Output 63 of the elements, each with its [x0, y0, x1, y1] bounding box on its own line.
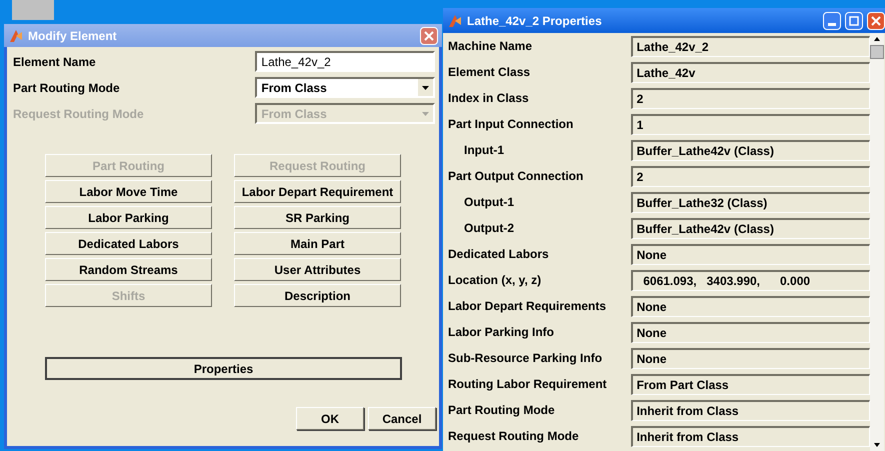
properties-button[interactable]: Properties [45, 357, 402, 380]
property-label: Index in Class [448, 90, 530, 107]
scrollbar[interactable] [870, 33, 884, 451]
app-logo-icon [8, 28, 24, 44]
close-button[interactable] [420, 26, 438, 44]
property-value: 1 [630, 114, 870, 134]
option-button[interactable]: Labor Parking [45, 206, 212, 229]
property-value: 2 [630, 166, 870, 186]
property-value: Inherit from Class [630, 426, 870, 446]
scroll-thumb[interactable] [870, 45, 884, 59]
property-value: Lathe_42v_2 [630, 36, 870, 56]
property-value: None [630, 322, 870, 342]
property-label: Part Output Connection [448, 168, 584, 185]
option-button[interactable]: Labor Depart Requirement [234, 180, 401, 203]
property-label: Labor Parking Info [448, 324, 556, 341]
option-button[interactable]: Description [234, 284, 401, 307]
property-value: From Part Class [630, 374, 870, 394]
close-button[interactable] [867, 12, 885, 30]
property-value: 2 [630, 88, 870, 108]
property-label: Machine Name [448, 38, 534, 55]
property-value: Inherit from Class [630, 400, 870, 420]
property-label: Input-1 [463, 142, 505, 159]
property-label: Sub-Resource Parking Info [448, 350, 604, 367]
maximize-button[interactable] [845, 12, 863, 30]
property-value: None [630, 244, 870, 264]
cancel-button[interactable]: Cancel [368, 407, 436, 430]
property-label: Part Routing Mode [448, 402, 556, 419]
element-name-field[interactable]: Lathe_42v_2 [255, 51, 435, 72]
app-logo-icon [447, 12, 463, 28]
option-button[interactable]: Random Streams [45, 258, 212, 281]
window-title: Modify Element [28, 28, 117, 44]
property-label: Part Input Connection [448, 116, 574, 133]
option-button[interactable]: Dedicated Labors [45, 232, 212, 255]
option-button[interactable]: SR Parking [234, 206, 401, 229]
minimize-button[interactable] [823, 12, 841, 30]
property-value: 6061.093, 3403.990, 0.000 [630, 270, 870, 290]
ok-button[interactable]: OK [296, 407, 364, 430]
property-label: Labor Depart Requirements [448, 298, 608, 315]
property-value: Buffer_Lathe32 (Class) [630, 192, 870, 212]
property-value: Lathe_42v [630, 62, 870, 82]
property-label: Output-2 [463, 220, 515, 237]
option-button[interactable]: Labor Move Time [45, 180, 212, 203]
property-value: None [630, 348, 870, 368]
property-value: None [630, 296, 870, 316]
window-title: Lathe_42v_2 Properties [467, 12, 602, 30]
property-value: Buffer_Lathe42v (Class) [630, 218, 870, 238]
property-value: Buffer_Lathe42v (Class) [630, 140, 870, 160]
option-button[interactable]: Main Part [234, 232, 401, 255]
option-button[interactable]: User Attributes [234, 258, 401, 281]
property-label: Request Routing Mode [448, 428, 580, 445]
minimize-icon [828, 22, 836, 26]
maximize-icon [849, 16, 859, 26]
property-label: Routing Labor Requirement [448, 376, 608, 393]
close-icon [424, 30, 434, 40]
property-label: Dedicated Labors [448, 246, 550, 263]
property-label: Output-1 [463, 194, 515, 211]
close-icon [871, 16, 881, 26]
field-label: Part Routing Mode [13, 80, 121, 96]
dropdown[interactable]: From Class [255, 77, 435, 98]
property-label: Element Class [448, 64, 532, 81]
field-label: Request Routing Mode [13, 106, 145, 122]
property-label: Location (x, y, z) [448, 272, 542, 289]
field-label: Element Name [13, 54, 97, 70]
